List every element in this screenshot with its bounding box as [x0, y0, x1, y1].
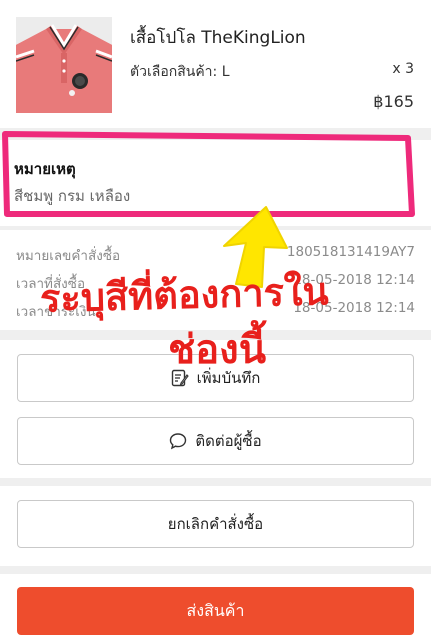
order-time-row: เวลาที่สั่งซื้อ 18-05-2018 12:14	[16, 272, 415, 292]
product-price: ฿165	[373, 92, 414, 111]
add-note-button[interactable]: เพิ่มบันทึก	[17, 354, 414, 402]
order-number-row: หมายเลขคำสั่งซื้อ 180518131419AY7	[16, 244, 415, 264]
ship-label: ส่งสินค้า	[186, 600, 245, 620]
order-number-value: 180518131419AY7	[286, 244, 415, 260]
product-thumbnail[interactable]	[16, 17, 112, 113]
note-text: สีชมพู กรม เหลือง	[14, 187, 131, 205]
chat-bubble-icon	[170, 433, 187, 450]
cancel-order-button[interactable]: ยกเลิกคำสั่งซื้อ	[17, 500, 414, 548]
order-number-label: หมายเลขคำสั่งซื้อ	[16, 248, 121, 264]
ship-section: ส่งสินค้า	[0, 574, 431, 640]
cancel-section: ยกเลิกคำสั่งซื้อ	[0, 486, 431, 566]
payment-time-label: เวลาชำระเงิน	[16, 304, 96, 320]
product-variant: ตัวเลือกสินค้า: L	[130, 64, 230, 80]
product-title: เสื้อโปโล TheKingLion	[130, 28, 306, 48]
buyer-note: หมายเหตุ สีชมพู กรม เหลือง	[0, 140, 431, 226]
actions-section: เพิ่มบันทึก ติดต่อผู้ซื้อ	[0, 340, 431, 478]
polo-shirt-image	[16, 17, 112, 113]
order-time-value: 18-05-2018 12:14	[293, 272, 415, 288]
contact-buyer-label: ติดต่อผู้ซื้อ	[195, 432, 262, 450]
add-note-label: เพิ่มบันทึก	[196, 369, 261, 387]
contact-buyer-button[interactable]: ติดต่อผู้ซื้อ	[17, 417, 414, 465]
cancel-order-label: ยกเลิกคำสั่งซื้อ	[167, 515, 264, 533]
ship-button[interactable]: ส่งสินค้า	[17, 587, 414, 635]
order-info: หมายเลขคำสั่งซื้อ 180518131419AY7 เวลาที…	[0, 230, 431, 330]
payment-time-row: เวลาชำระเงิน 18-05-2018 12:14	[16, 300, 415, 320]
payment-time-value: 18-05-2018 12:14	[293, 300, 415, 316]
note-title: หมายเหตุ	[14, 160, 76, 178]
product-card[interactable]: เสื้อโปโล TheKingLion ตัวเลือกสินค้า: L …	[0, 0, 431, 128]
product-quantity: x 3	[392, 61, 414, 77]
note-edit-icon	[171, 369, 189, 387]
order-time-label: เวลาที่สั่งซื้อ	[16, 276, 86, 292]
